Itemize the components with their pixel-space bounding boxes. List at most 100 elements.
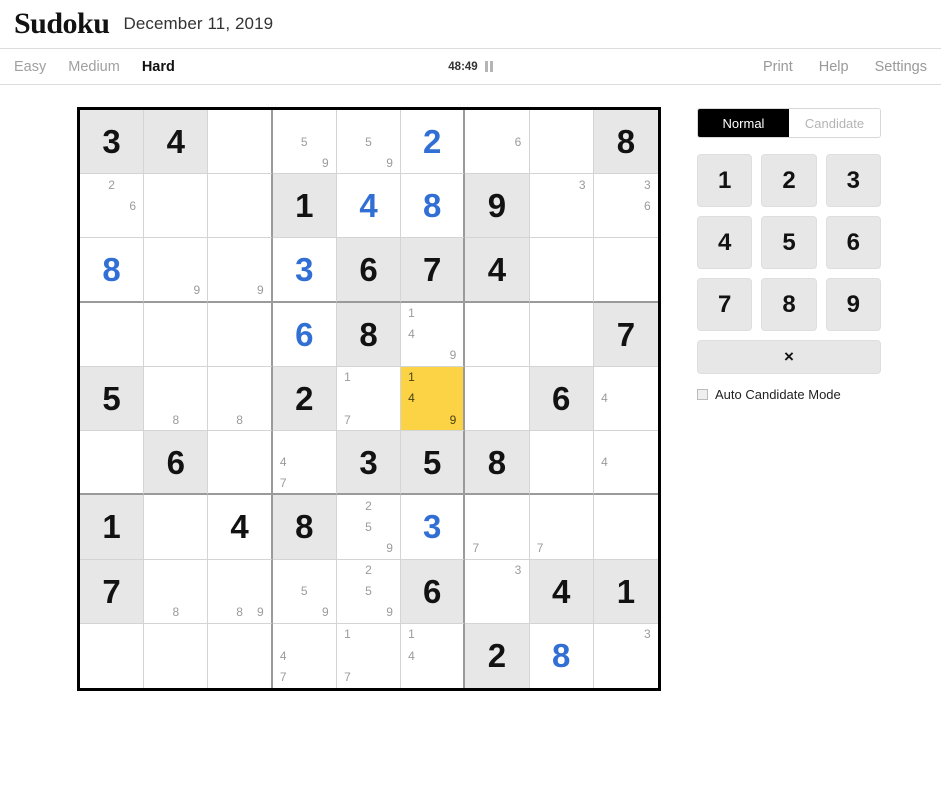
- cell-r6c1[interactable]: [80, 431, 145, 496]
- cell-r9c4[interactable]: 47: [272, 623, 337, 688]
- toolbar-link-print[interactable]: Print: [763, 59, 793, 75]
- cell-r1c2[interactable]: 4: [144, 110, 209, 175]
- difficulty-easy[interactable]: Easy: [14, 59, 46, 75]
- cell-r7c1[interactable]: 1: [80, 495, 145, 560]
- auto-candidate-checkbox[interactable]: [697, 389, 708, 400]
- mode-button-normal[interactable]: Normal: [698, 109, 789, 137]
- cell-r7c3[interactable]: 4: [208, 495, 273, 560]
- cell-r3c1[interactable]: 8: [80, 238, 145, 303]
- cell-r1c6[interactable]: 2: [401, 110, 466, 175]
- cell-r6c6[interactable]: 5: [401, 431, 466, 496]
- pause-icon[interactable]: [484, 61, 493, 72]
- erase-button[interactable]: ×: [697, 340, 881, 374]
- cell-r6c2[interactable]: 6: [144, 431, 209, 496]
- number-button-7[interactable]: 7: [697, 278, 753, 331]
- cell-r6c8[interactable]: [529, 431, 594, 496]
- toolbar-link-settings[interactable]: Settings: [875, 59, 927, 75]
- cell-r3c4[interactable]: 3: [272, 238, 337, 303]
- cell-r3c5[interactable]: 6: [336, 238, 402, 303]
- cell-r4c1[interactable]: [80, 302, 145, 367]
- cell-r4c5[interactable]: 8: [336, 302, 402, 367]
- cell-r3c6[interactable]: 7: [401, 238, 466, 303]
- cell-r7c4[interactable]: 8: [272, 495, 337, 560]
- cell-r8c4[interactable]: 59: [272, 559, 337, 624]
- cell-r8c3[interactable]: 89: [208, 559, 273, 624]
- cell-r6c7[interactable]: 8: [465, 431, 530, 496]
- difficulty-medium[interactable]: Medium: [68, 59, 120, 75]
- cell-r9c9[interactable]: 3: [593, 623, 658, 688]
- cell-r2c8[interactable]: 3: [529, 174, 594, 239]
- cell-r4c7[interactable]: [465, 302, 530, 367]
- difficulty-hard[interactable]: Hard: [142, 59, 175, 75]
- cell-r4c2[interactable]: [144, 302, 209, 367]
- cell-r9c3[interactable]: [208, 623, 273, 688]
- cell-r5c9[interactable]: 4: [593, 366, 658, 432]
- cell-r4c3[interactable]: [208, 302, 273, 367]
- cell-r5c3[interactable]: 8: [208, 366, 273, 432]
- auto-candidate-label[interactable]: Auto Candidate Mode: [715, 387, 841, 402]
- mode-button-candidate[interactable]: Candidate: [789, 109, 880, 137]
- number-button-3[interactable]: 3: [825, 154, 881, 207]
- cell-r8c9[interactable]: 1: [593, 559, 658, 624]
- number-button-8[interactable]: 8: [761, 278, 817, 331]
- number-button-1[interactable]: 1: [697, 154, 753, 207]
- number-button-6[interactable]: 6: [825, 216, 881, 269]
- cell-r1c8[interactable]: [529, 110, 594, 175]
- number-button-5[interactable]: 5: [761, 216, 817, 269]
- cell-r5c8[interactable]: 6: [529, 366, 594, 432]
- cell-r4c6[interactable]: 1 4 9: [401, 302, 466, 367]
- cell-r9c2[interactable]: [144, 623, 209, 688]
- cell-r2c6[interactable]: 8: [401, 174, 466, 239]
- sudoku-board[interactable]: 3459592682614893368993674681497588217149…: [77, 107, 661, 691]
- cell-r7c8[interactable]: 7: [529, 495, 594, 560]
- cell-r1c7[interactable]: 6: [465, 110, 530, 175]
- cell-r1c3[interactable]: [208, 110, 273, 175]
- cell-r9c1[interactable]: [80, 623, 145, 688]
- cell-r2c1[interactable]: 26: [80, 174, 145, 239]
- number-button-4[interactable]: 4: [697, 216, 753, 269]
- cell-r1c4[interactable]: 59: [272, 110, 337, 175]
- cell-r8c7[interactable]: 3: [465, 559, 530, 624]
- cell-r8c1[interactable]: 7: [80, 559, 145, 624]
- cell-r4c9[interactable]: 7: [593, 302, 658, 367]
- cell-r7c5[interactable]: 2 59: [336, 495, 402, 560]
- cell-r3c9[interactable]: [593, 238, 658, 303]
- cell-r5c6[interactable]: 1 4 9: [401, 366, 466, 432]
- cell-r1c9[interactable]: 8: [593, 110, 658, 175]
- cell-r5c4[interactable]: 2: [272, 366, 337, 432]
- toolbar-link-help[interactable]: Help: [819, 59, 849, 75]
- number-button-9[interactable]: 9: [825, 278, 881, 331]
- cell-r9c5[interactable]: 17: [336, 623, 402, 688]
- cell-r5c2[interactable]: 8: [144, 366, 209, 432]
- cell-r2c2[interactable]: [144, 174, 209, 239]
- cell-r7c6[interactable]: 3: [401, 495, 466, 560]
- cell-r8c8[interactable]: 4: [529, 559, 594, 624]
- cell-r6c5[interactable]: 3: [336, 431, 402, 496]
- cell-r2c7[interactable]: 9: [465, 174, 530, 239]
- cell-r5c1[interactable]: 5: [80, 366, 145, 432]
- cell-r2c3[interactable]: [208, 174, 273, 239]
- cell-r6c9[interactable]: 4: [593, 431, 658, 496]
- cell-r8c5[interactable]: 2 59: [336, 559, 402, 624]
- cell-r9c8[interactable]: 8: [529, 623, 594, 688]
- cell-r3c7[interactable]: 4: [465, 238, 530, 303]
- cell-r7c2[interactable]: [144, 495, 209, 560]
- cell-r9c6[interactable]: 14: [401, 623, 466, 688]
- cell-r3c8[interactable]: [529, 238, 594, 303]
- cell-r6c3[interactable]: [208, 431, 273, 496]
- cell-r1c5[interactable]: 59: [336, 110, 402, 175]
- cell-r2c5[interactable]: 4: [336, 174, 402, 239]
- cell-r1c1[interactable]: 3: [80, 110, 145, 175]
- cell-r8c6[interactable]: 6: [401, 559, 466, 624]
- cell-r8c2[interactable]: 8: [144, 559, 209, 624]
- cell-r5c7[interactable]: [465, 366, 530, 432]
- cell-r9c7[interactable]: 2: [465, 623, 530, 688]
- cell-r6c4[interactable]: 47: [272, 431, 337, 496]
- cell-r5c5[interactable]: 17: [336, 366, 402, 432]
- cell-r7c9[interactable]: [593, 495, 658, 560]
- cell-r4c8[interactable]: [529, 302, 594, 367]
- cell-r4c4[interactable]: 6: [272, 302, 337, 367]
- cell-r2c9[interactable]: 36: [593, 174, 658, 239]
- number-button-2[interactable]: 2: [761, 154, 817, 207]
- cell-r7c7[interactable]: 7: [465, 495, 530, 560]
